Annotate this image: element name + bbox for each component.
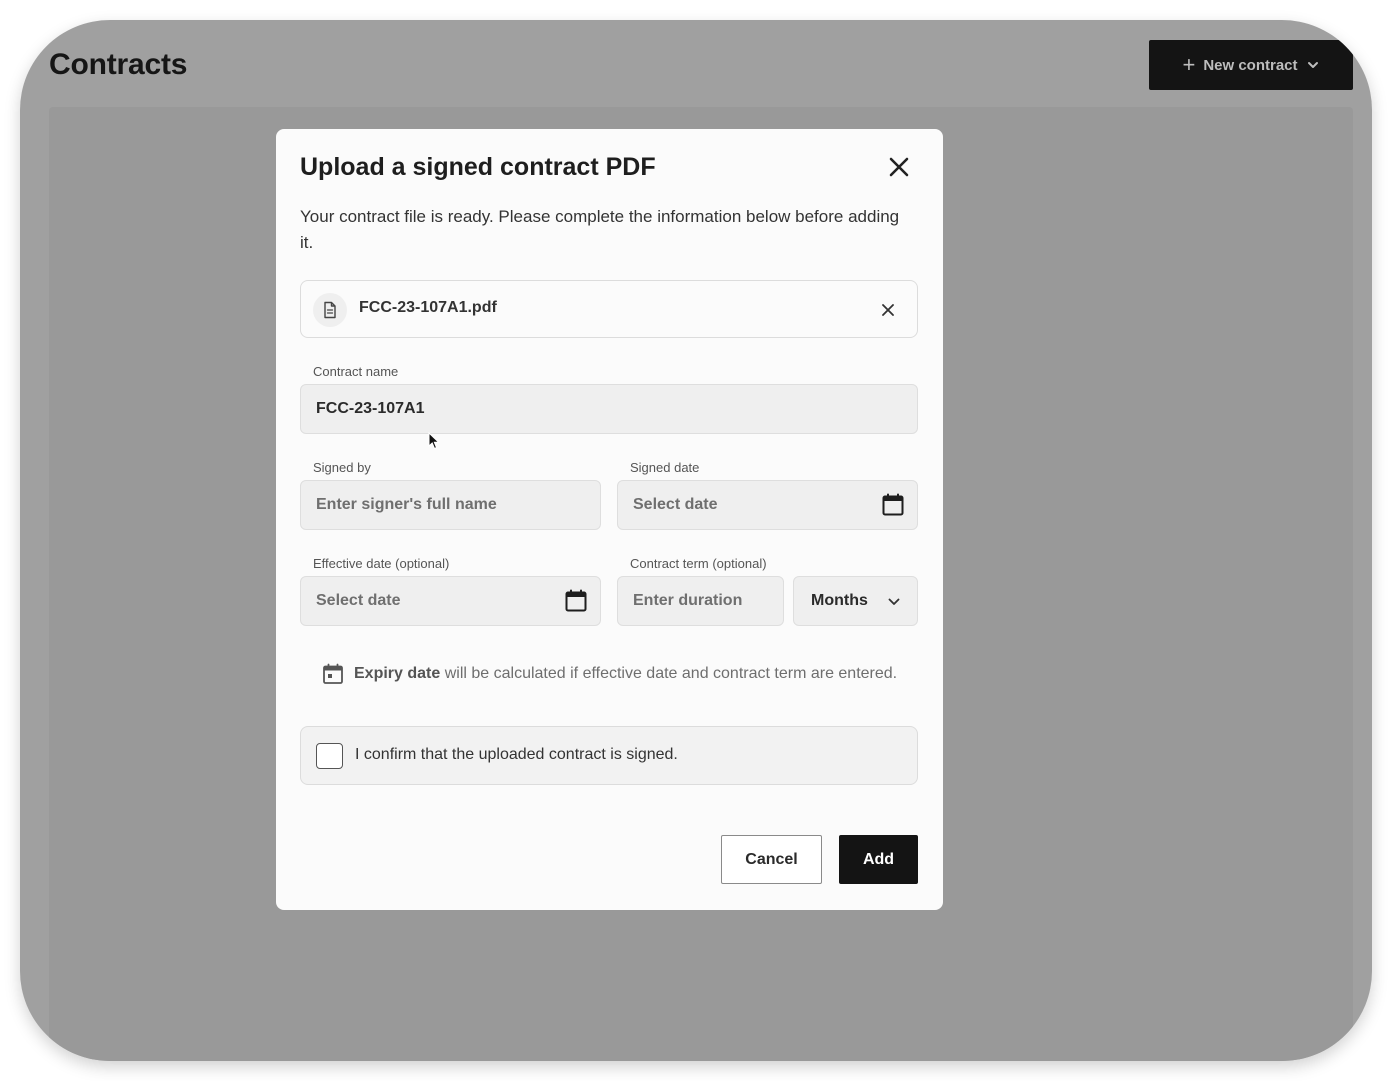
uploaded-file-chip: FCC-23-107A1.pdf bbox=[300, 280, 918, 338]
contract-term-placeholder: Enter duration bbox=[633, 592, 743, 609]
signed-date-placeholder: Select date bbox=[633, 496, 718, 513]
close-icon bbox=[889, 157, 909, 177]
contract-term-label: Contract term (optional) bbox=[630, 556, 767, 571]
confirm-signed-row: I confirm that the uploaded contract is … bbox=[300, 726, 918, 785]
expiry-date-text: will be calculated if effective date and… bbox=[444, 665, 898, 682]
close-dialog-button[interactable] bbox=[885, 153, 913, 181]
chevron-down-icon bbox=[1307, 62, 1318, 68]
calendar-icon[interactable] bbox=[564, 589, 588, 613]
remove-file-button[interactable] bbox=[877, 299, 899, 321]
effective-date-placeholder: Select date bbox=[316, 592, 401, 609]
calendar-icon[interactable] bbox=[881, 493, 905, 517]
file-name: FCC-23-107A1.pdf bbox=[359, 299, 497, 316]
expiry-date-bold: Expiry date bbox=[354, 665, 441, 682]
upload-contract-dialog: Upload a signed contract PDF Your contra… bbox=[276, 129, 943, 910]
effective-date-input[interactable]: Select date bbox=[300, 576, 601, 626]
signed-date-label: Signed date bbox=[630, 460, 700, 475]
page-title: Contracts bbox=[49, 48, 188, 81]
signed-date-input[interactable]: Select date bbox=[617, 480, 918, 530]
dialog-description: Your contract file is ready. Please comp… bbox=[300, 207, 900, 252]
confirm-signed-checkbox[interactable] bbox=[316, 743, 343, 769]
term-unit-value: Months bbox=[811, 592, 868, 609]
contract-name-value: FCC-23-107A1 bbox=[316, 400, 425, 417]
new-contract-label: New contract bbox=[1203, 56, 1298, 74]
chevron-down-icon bbox=[888, 598, 900, 605]
confirm-signed-label[interactable]: I confirm that the uploaded contract is … bbox=[355, 746, 678, 764]
term-unit-select[interactable]: Months bbox=[793, 576, 918, 626]
close-icon bbox=[882, 304, 894, 316]
contract-name-input[interactable]: FCC-23-107A1 bbox=[300, 384, 918, 434]
signed-by-placeholder: Enter signer's full name bbox=[316, 496, 497, 513]
effective-date-label: Effective date (optional) bbox=[313, 556, 450, 571]
contract-name-label: Contract name bbox=[313, 364, 399, 379]
mouse-cursor-icon bbox=[428, 432, 440, 450]
expiry-date-note: Expiry date will be calculated if effect… bbox=[322, 663, 897, 685]
dialog-title: Upload a signed contract PDF bbox=[300, 153, 656, 181]
new-contract-button[interactable]: + New contract bbox=[1149, 40, 1353, 90]
signed-by-input[interactable]: Enter signer's full name bbox=[300, 480, 601, 530]
add-button[interactable]: Add bbox=[839, 835, 918, 884]
document-icon bbox=[313, 293, 347, 327]
signed-by-label: Signed by bbox=[313, 460, 371, 475]
plus-icon: + bbox=[1182, 52, 1196, 77]
calendar-icon bbox=[323, 663, 343, 684]
contract-term-input[interactable]: Enter duration bbox=[617, 576, 784, 626]
cancel-button[interactable]: Cancel bbox=[721, 835, 822, 884]
